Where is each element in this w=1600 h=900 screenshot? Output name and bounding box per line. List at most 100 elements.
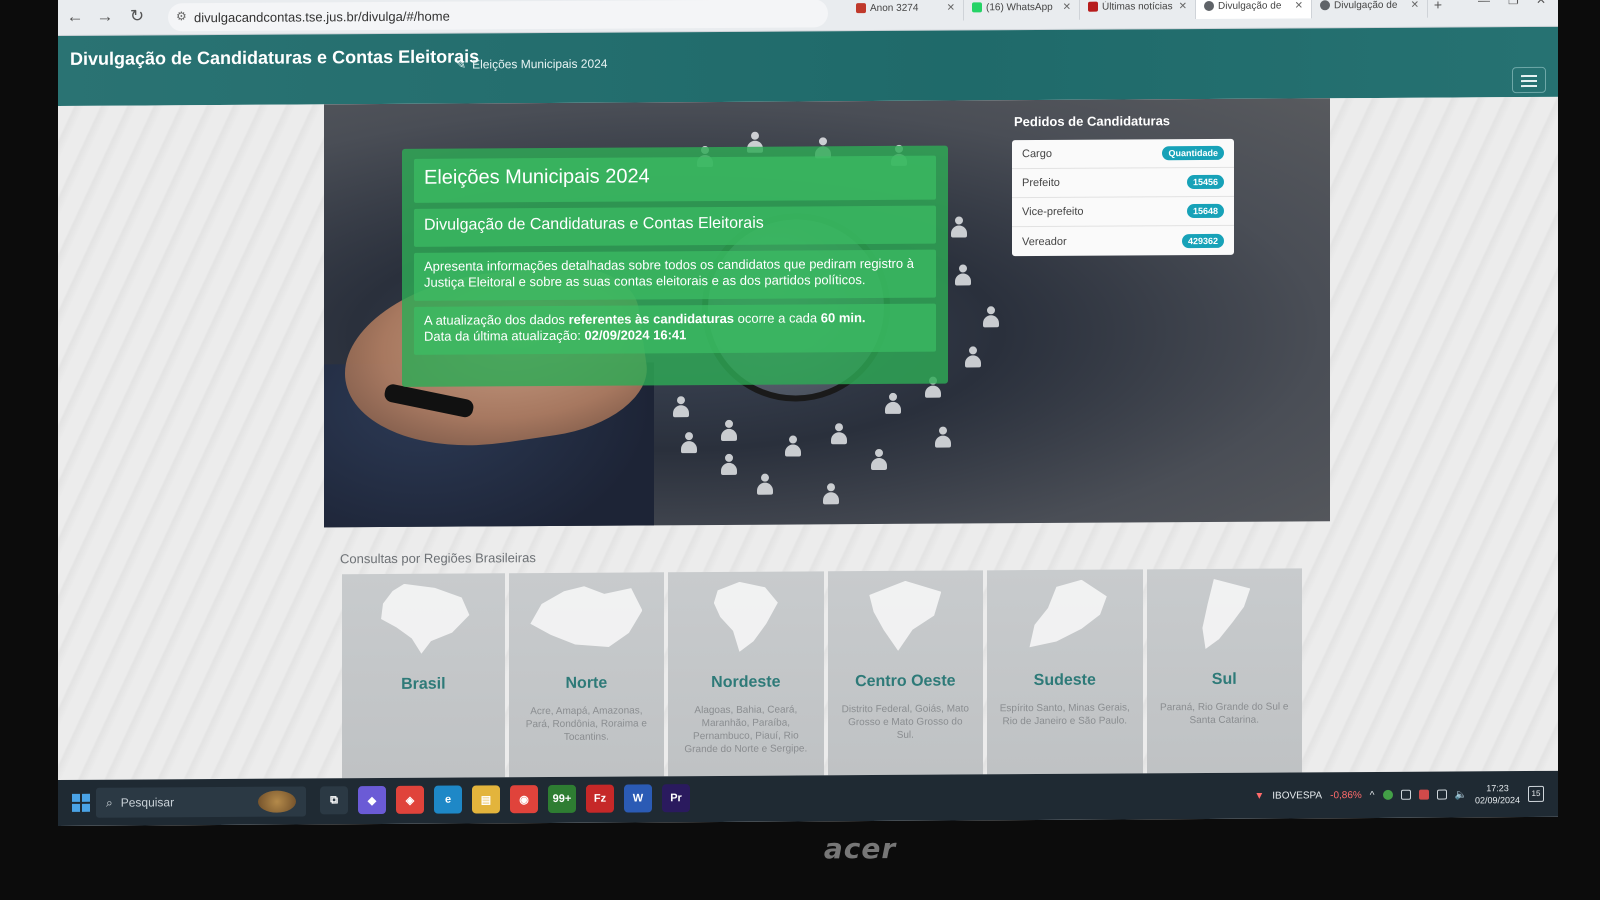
tray-app-icon[interactable] — [1382, 789, 1393, 800]
premiere-icon[interactable]: Pr — [662, 784, 690, 813]
norte-map-icon — [530, 582, 642, 653]
tray-app-icon[interactable] — [1418, 789, 1429, 800]
browser-tab-active[interactable]: Divulgação de ✕ — [1196, 0, 1312, 20]
hero-description: Apresenta informações detalhadas sobre t… — [414, 249, 936, 301]
requests-count-badge: 429362 — [1181, 233, 1224, 248]
filezilla-icon[interactable]: Fz — [586, 784, 614, 813]
brasil-map-icon — [375, 583, 471, 654]
tab-strip: Anon 3274 ✕ (16) WhatsApp ✕ Últimas notí… — [848, 0, 1448, 22]
region-states: Alagoas, Bahia, Ceará, Maranhão, Paraíba… — [684, 704, 808, 756]
update-interval: 60 min. — [820, 310, 866, 326]
update-prefix: A atualização dos dados — [424, 311, 569, 328]
taskbar-search[interactable]: ⌕ Pesquisar — [96, 786, 306, 818]
volume-icon[interactable]: 🔈 — [1455, 789, 1467, 800]
person-icon — [982, 306, 1000, 328]
region-card-centro-oeste[interactable]: Centro Oeste Distrito Federal, Goiás, Ma… — [827, 570, 984, 776]
last-update-value: 02/09/2024 16:41 — [584, 327, 687, 343]
tray-app-icon[interactable] — [1400, 789, 1411, 800]
requests-cargo: Vice-prefeito — [1022, 205, 1084, 219]
tab-favicon-icon — [972, 2, 982, 13]
taskbar-clock[interactable]: 17:23 02/09/2024 — [1475, 782, 1520, 806]
photo-background: acer ← → ↻ ⚙ divulgacandcontas.tse.jus.b… — [0, 0, 1600, 900]
taskbar-search-placeholder: Pesquisar — [120, 795, 175, 810]
election-link-label: Eleições Municipais 2024 — [472, 56, 608, 72]
region-name: Sul — [1211, 670, 1237, 688]
windows-taskbar: ⌕ Pesquisar ⧉ ◆ ◈ e ▤ ◉ 99+ Fz W Pr ▼ IB… — [58, 770, 1558, 826]
last-update-label: Data da última atualização: — [424, 327, 585, 344]
stock-trend-icon: ▼ — [1254, 790, 1265, 802]
hero-banner: Eleições Municipais 2024 Divulgação de C… — [324, 98, 1330, 528]
region-card-norte[interactable]: Norte Acre, Amapá, Amazonas, Pará, Rondô… — [508, 572, 665, 778]
requests-count-badge: 15456 — [1186, 174, 1224, 190]
person-icon — [822, 483, 840, 505]
sul-map-icon — [1198, 579, 1250, 649]
person-icon — [934, 427, 952, 449]
requests-cargo: Prefeito — [1022, 176, 1060, 190]
tab-close-icon[interactable]: ✕ — [1179, 1, 1187, 12]
clock-time: 17:23 — [1486, 783, 1509, 794]
region-name: Norte — [565, 674, 608, 692]
browser-tab[interactable]: Anon 3274 ✕ — [848, 0, 964, 22]
region-card-sudeste[interactable]: Sudeste Espírito Santo, Minas Gerais, Ri… — [987, 569, 1143, 775]
close-window-icon[interactable]: ✕ — [1536, 0, 1546, 7]
whatsapp-icon[interactable]: 99+ — [548, 784, 576, 814]
site-brand[interactable]: Divulgação de Candidaturas e Contas Elei… — [70, 46, 479, 69]
address-bar[interactable]: ⚙ divulgacandcontas.tse.jus.br/divulga/#… — [168, 0, 828, 32]
requests-row[interactable]: Prefeito 15456 — [1012, 167, 1234, 199]
edge-icon[interactable]: e — [434, 785, 462, 814]
task-view-icon[interactable]: ⧉ — [320, 786, 348, 815]
tab-title: Anon 3274 — [870, 2, 919, 14]
forward-arrow-icon[interactable]: → — [94, 6, 116, 28]
browser-tab[interactable]: (16) WhatsApp ✕ — [964, 0, 1080, 21]
minimize-icon[interactable]: — — [1478, 0, 1490, 7]
anydesk-icon[interactable]: ◈ — [396, 785, 424, 814]
election-link[interactable]: ✎ Eleições Municipais 2024 — [456, 57, 607, 72]
region-card-brasil[interactable]: Brasil — [342, 573, 505, 779]
requests-row[interactable]: Vereador 429362 — [1012, 226, 1234, 256]
region-card-nordeste[interactable]: Nordeste Alagoas, Bahia, Ceará, Maranhão… — [668, 571, 824, 777]
requests-table: Cargo Quantidade Prefeito 15456 Vice-pre… — [1012, 138, 1234, 257]
tab-favicon-icon — [1204, 0, 1214, 11]
nordeste-map-icon — [714, 582, 778, 652]
monitor-screen: ← → ↻ ⚙ divulgacandcontas.tse.jus.br/div… — [58, 0, 1558, 826]
person-icon — [680, 432, 698, 454]
site-info-icon[interactable]: ⚙ — [176, 9, 187, 23]
tab-title: Divulgação de — [1218, 0, 1282, 12]
menu-bar — [1521, 84, 1537, 88]
address-url[interactable]: divulgacandcontas.tse.jus.br/divulga/#/h… — [194, 9, 450, 26]
requests-row[interactable]: Vice-prefeito 15648 — [1012, 196, 1234, 228]
browser-tab[interactable]: Últimas notícias ✕ — [1080, 0, 1196, 20]
restore-icon[interactable]: ❐ — [1508, 0, 1519, 7]
reload-icon[interactable]: ↻ — [126, 5, 148, 27]
requests-header-label: Cargo — [1022, 147, 1052, 161]
back-arrow-icon[interactable]: ← — [64, 6, 86, 28]
menu-bar — [1521, 79, 1537, 83]
network-icon[interactable] — [1436, 789, 1447, 800]
chevron-up-icon[interactable]: ^ — [1370, 789, 1375, 800]
copilot-icon[interactable]: ◆ — [358, 785, 386, 815]
tab-title: (16) WhatsApp — [986, 1, 1053, 13]
tab-close-icon[interactable]: ✕ — [947, 2, 955, 13]
regions-grid: Brasil Norte Acre, Amapá, Amazonas, Pará… — [342, 568, 1302, 779]
monitor-brand-logo: acer — [823, 832, 897, 865]
tab-close-icon[interactable]: ✕ — [1063, 1, 1071, 12]
clock-date: 02/09/2024 — [1474, 795, 1520, 806]
new-tab-button[interactable]: + — [1428, 0, 1448, 18]
ticker-label[interactable]: IBOVESPA — [1272, 790, 1322, 801]
notifications-icon[interactable]: 15 — [1528, 785, 1544, 803]
file-explorer-icon[interactable]: ▤ — [472, 785, 500, 814]
region-name: Nordeste — [711, 673, 781, 692]
browser-tab[interactable]: Divulgação de ✕ — [1312, 0, 1428, 19]
requests-cargo: Vereador — [1022, 235, 1067, 248]
tab-close-icon[interactable]: ✕ — [1411, 0, 1419, 10]
chrome-icon[interactable]: ◉ — [510, 785, 538, 814]
requests-header-badge: Quantidade — [1162, 145, 1224, 161]
region-card-sul[interactable]: Sul Paraná, Rio Grande do Sul e Santa Ca… — [1146, 568, 1302, 774]
sudeste-map-icon — [1023, 580, 1107, 651]
tab-close-icon[interactable]: ✕ — [1295, 0, 1303, 11]
person-icon — [784, 435, 802, 457]
windows-start-icon[interactable] — [72, 793, 90, 812]
hero-title: Eleições Municipais 2024 — [414, 155, 936, 203]
word-icon[interactable]: W — [624, 784, 652, 813]
hamburger-menu-button[interactable] — [1512, 66, 1546, 94]
